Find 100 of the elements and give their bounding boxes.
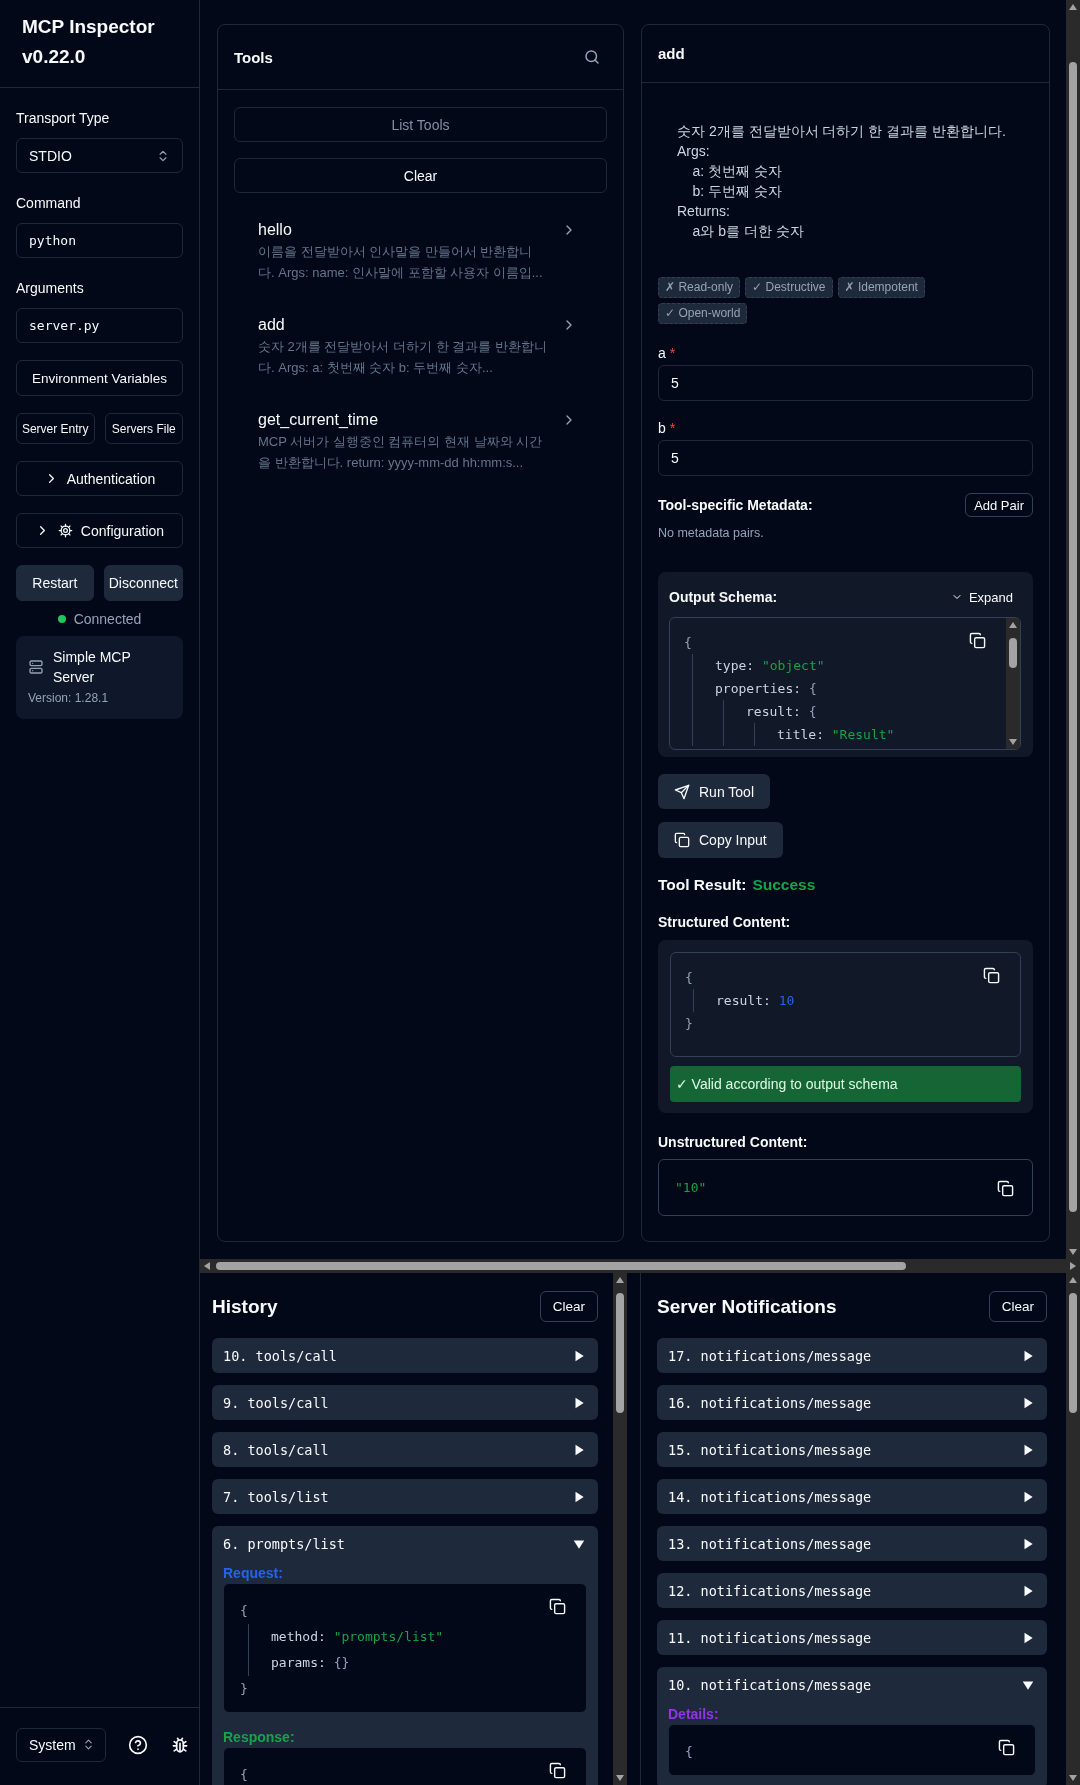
panel-title: add bbox=[658, 45, 685, 62]
scrollbar[interactable] bbox=[613, 1273, 627, 1785]
entry-label: 13. notifications/message bbox=[668, 1535, 872, 1552]
log-entry[interactable]: 13. notifications/message bbox=[657, 1526, 1047, 1561]
app-title: MCP Inspector v0.22.0 bbox=[22, 15, 156, 69]
result-status: Success bbox=[752, 876, 816, 894]
copy-icon[interactable] bbox=[997, 1180, 1014, 1197]
annotation-tag: ✓ Open-world bbox=[658, 303, 748, 324]
server-icon bbox=[28, 659, 44, 675]
section-heading: Unstructured Content: bbox=[658, 1134, 809, 1150]
log-entry[interactable]: 7. tools/list bbox=[212, 1479, 598, 1514]
code-line: params: {} bbox=[271, 1654, 350, 1672]
code-line: } bbox=[240, 1680, 248, 1698]
scrollbar[interactable] bbox=[1006, 618, 1020, 749]
server-name: Simple MCP Server bbox=[53, 648, 132, 687]
clear-button[interactable]: Clear bbox=[539, 1291, 598, 1322]
entry-label: 7. tools/list bbox=[223, 1488, 329, 1505]
tool-description: 숫자 2개를 전달받아서 더하기 한 결과를 반환합니다. Args: a: 첫번째 숫자 b: 두번째 숫자 Returns: a와 b를 더한 숫자 bbox=[676, 122, 1007, 241]
entry-label: 6. prompts/list bbox=[223, 1535, 345, 1552]
log-entry[interactable]: 10. notifications/message Details: { bbox=[657, 1667, 1047, 1785]
tool-name: add bbox=[258, 315, 286, 335]
entry-label: 12. notifications/message bbox=[668, 1582, 872, 1599]
scrollbar[interactable] bbox=[200, 1259, 1080, 1273]
panel-title: History bbox=[212, 1295, 278, 1318]
log-entry[interactable]: 10. tools/call bbox=[212, 1338, 598, 1373]
tool-list-item[interactable]: hello 이름을 전달받아서 인사말을 만들어서 반환합니다. Args: name: 인사말에 포함할 사용자 이름입... bbox=[234, 211, 607, 298]
action-button[interactable]: Disconnect bbox=[103, 565, 183, 601]
scrollbar[interactable] bbox=[1066, 0, 1080, 1259]
copy-icon[interactable] bbox=[983, 967, 1000, 984]
code-line: { bbox=[685, 1743, 693, 1761]
section-heading: Structured Content: bbox=[658, 914, 792, 930]
section-toggle[interactable]: Authentication bbox=[16, 461, 183, 496]
section-toggle[interactable]: Configuration bbox=[16, 513, 183, 548]
log-entry[interactable]: 9. tools/call bbox=[212, 1385, 598, 1420]
code-line: } bbox=[685, 1015, 693, 1033]
log-entry[interactable]: 6. prompts/list Request: { method: "prompts/list" params: {} } Response: { bbox=[212, 1526, 598, 1785]
log-entry[interactable]: 15. notifications/message bbox=[657, 1432, 1047, 1467]
log-entry[interactable]: 12. notifications/message bbox=[657, 1573, 1047, 1608]
tool-list-item[interactable]: add 숫자 2개를 전달받아서 더하기 한 결과를 반환합니다. Args: a: 첫번째 숫자 b: 두번째 숫자... bbox=[234, 306, 607, 393]
server-file-button[interactable]: Server Entry bbox=[16, 413, 95, 444]
help-icon[interactable] bbox=[127, 1734, 148, 1755]
code-line: { bbox=[240, 1602, 248, 1620]
action-button[interactable]: Restart bbox=[16, 565, 94, 601]
add-pair-button[interactable]: Add Pair bbox=[965, 493, 1033, 517]
copy-icon[interactable] bbox=[549, 1598, 566, 1615]
section-heading: Details: bbox=[668, 1706, 720, 1722]
field-label: Transport Type bbox=[16, 109, 111, 128]
environment-variables-button[interactable]: Environment Variables bbox=[16, 360, 183, 396]
clear-button[interactable]: Clear bbox=[234, 158, 607, 193]
tool-list-item[interactable]: get_current_time MCP 서버가 실행중인 컴퓨터의 현재 날짜와 시간을 반환합니다. return: yyyy-mm-dd hh:mm:s... bbox=[234, 401, 607, 488]
send-icon bbox=[674, 783, 690, 800]
log-entry[interactable]: 14. notifications/message bbox=[657, 1479, 1047, 1514]
code-line: type: "object" bbox=[715, 657, 825, 675]
section-heading: Output Schema: bbox=[669, 589, 778, 605]
section-heading: Response: bbox=[223, 1729, 296, 1745]
input-field[interactable]: 5 bbox=[658, 440, 1033, 476]
field-label: a * bbox=[658, 344, 677, 363]
field-label: b * bbox=[658, 419, 677, 438]
copy-icon[interactable] bbox=[549, 1762, 566, 1779]
log-entry[interactable]: 16. notifications/message bbox=[657, 1385, 1047, 1420]
theme-select[interactable]: System bbox=[16, 1727, 106, 1762]
input-field[interactable]: python bbox=[16, 223, 183, 258]
clear-button[interactable]: Clear bbox=[988, 1291, 1047, 1322]
expand-button[interactable]: Expand bbox=[950, 589, 1013, 605]
code-line: result: 10 bbox=[716, 992, 795, 1010]
entry-label: 10. tools/call bbox=[223, 1347, 337, 1364]
tool-description: 숫자 2개를 전달받아서 더하기 한 결과를 반환합니다. Args: a: 첫번째 숫자 b: 두번째 숫자... bbox=[258, 338, 548, 377]
copy-icon[interactable] bbox=[969, 632, 986, 649]
section-heading: Request: bbox=[223, 1565, 284, 1581]
validation-banner: ✓ Valid according to output schema bbox=[670, 1066, 1021, 1102]
status-text: Connected bbox=[73, 611, 142, 627]
entry-label: 8. tools/call bbox=[223, 1441, 329, 1458]
code-line: method: "prompts/list" bbox=[271, 1628, 444, 1646]
entry-label: 11. notifications/message bbox=[668, 1629, 872, 1646]
result-heading: Tool Result: bbox=[658, 876, 747, 894]
log-entry[interactable]: 17. notifications/message bbox=[657, 1338, 1047, 1373]
tool-description: MCP 서버가 실행중인 컴퓨터의 현재 날짜와 시간을 반환합니다. return: yyyy-mm-dd hh:mm:s... bbox=[258, 433, 544, 472]
field-label: Arguments bbox=[16, 279, 85, 298]
select-field[interactable]: STDIO bbox=[16, 138, 183, 173]
copy-icon[interactable] bbox=[998, 1739, 1015, 1756]
entry-label: 15. notifications/message bbox=[668, 1441, 872, 1458]
code-line: result: { bbox=[746, 703, 817, 721]
panel-title: Tools bbox=[234, 48, 273, 66]
log-entry[interactable]: 11. notifications/message bbox=[657, 1620, 1047, 1655]
search-icon[interactable] bbox=[583, 48, 601, 66]
annotation-tag: ✗ Idempotent bbox=[837, 277, 925, 298]
input-field[interactable]: server.py bbox=[16, 308, 183, 343]
log-entry[interactable]: 8. tools/call bbox=[212, 1432, 598, 1467]
run-tool-button[interactable]: Run Tool bbox=[658, 774, 770, 809]
tool-description: 이름을 전달받아서 인사말을 만들어서 반환합니다. Args: name: 인사말에 포함할 사용자 이름입... bbox=[258, 243, 544, 282]
settings-icon bbox=[57, 523, 73, 538]
copy-input-button[interactable]: Copy Input bbox=[658, 822, 783, 858]
tool-name: get_current_time bbox=[258, 410, 380, 430]
code-line: "10" bbox=[675, 1179, 707, 1197]
scrollbar[interactable] bbox=[1066, 1273, 1080, 1785]
input-field[interactable]: 5 bbox=[658, 365, 1033, 401]
section-heading: Tool-specific Metadata: bbox=[658, 497, 813, 513]
panel-title: Server Notifications bbox=[657, 1295, 837, 1318]
server-version: Version: 1.28.1 bbox=[28, 691, 110, 705]
server-file-button[interactable]: Servers File bbox=[104, 413, 183, 444]
